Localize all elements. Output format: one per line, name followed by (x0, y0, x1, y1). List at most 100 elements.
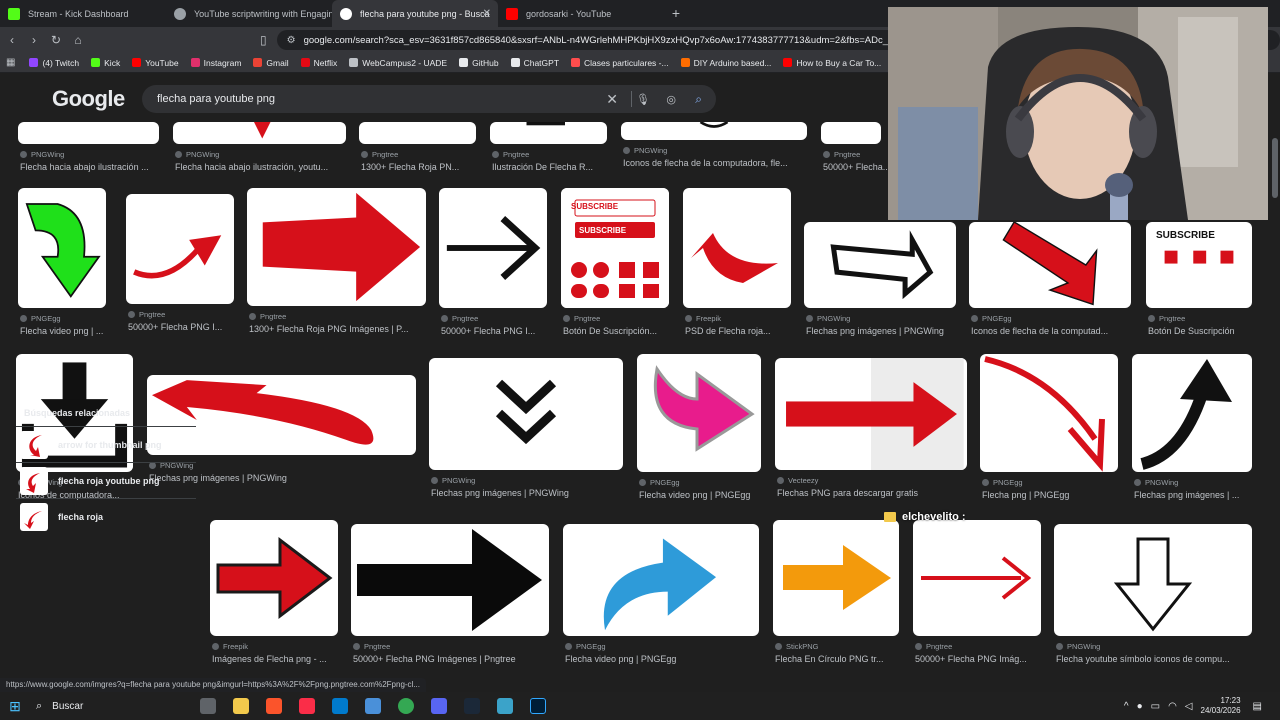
reload-icon[interactable]: ↻ (46, 33, 66, 47)
result-title[interactable]: Flechas png imágenes | PNGWing (806, 326, 958, 336)
image-result-card[interactable]: Pngtree 50000+ Flecha PNG Imágenes | Pngt… (351, 524, 549, 678)
image-thumbnail[interactable] (247, 188, 426, 306)
image-thumbnail[interactable] (1054, 524, 1252, 636)
result-title[interactable]: Imágenes de Flecha png - ... (212, 654, 362, 664)
image-thumbnail[interactable] (173, 122, 346, 144)
image-result-card[interactable]: SUBSCRIBE SUBSCRIBE Pngtree Botón De Suscri… (561, 188, 669, 352)
image-result-card[interactable]: Vecteezy Flechas PNG para descargar grati… (775, 358, 967, 514)
result-title[interactable]: Flecha youtube símbolo iconos de compu..… (1056, 654, 1254, 664)
chevron-up-icon[interactable]: ^ (1124, 701, 1129, 712)
image-result-card[interactable]: Pngtree 50000+ Flecha PNG Imág... (913, 520, 1041, 678)
image-result-card[interactable]: PNGWing Flecha hacia abajo ilustración ..… (18, 122, 159, 188)
result-title[interactable]: Flecha png | PNGEgg (982, 490, 1132, 500)
image-thumbnail[interactable] (637, 354, 761, 472)
close-tab-icon[interactable]: ✕ (483, 8, 491, 19)
google-logo[interactable]: Google (52, 86, 125, 112)
image-thumbnail[interactable] (351, 524, 549, 636)
result-title[interactable]: Botón De Suscripción (1148, 326, 1280, 336)
new-tab-button[interactable]: + (664, 0, 688, 27)
bookmark-item[interactable]: Netflix (300, 58, 337, 68)
tab-youtube-scriptwriting[interactable]: YouTube scriptwriting with Engaging (166, 0, 332, 27)
image-thumbnail[interactable] (18, 122, 159, 144)
windows-start-icon[interactable]: ⊞ (0, 698, 30, 715)
search-input[interactable]: flecha para youtube png (157, 93, 275, 105)
result-title[interactable]: Ilustración De Flecha R... (492, 162, 642, 172)
music-app-icon[interactable] (299, 698, 315, 714)
forward-icon[interactable]: › (24, 33, 44, 47)
tab-gordosarki-youtube[interactable]: gordosarki - YouTube (498, 0, 664, 27)
image-thumbnail[interactable] (775, 358, 967, 470)
bookmark-icon[interactable]: ▯ (260, 33, 267, 47)
bookmark-item[interactable]: WebCampus2 - UADE (349, 58, 447, 68)
image-thumbnail[interactable] (563, 524, 759, 636)
git-app-icon[interactable] (365, 698, 381, 714)
image-result-card[interactable]: PNGEgg Flecha video png | ... (18, 188, 106, 352)
app-icon[interactable] (497, 698, 513, 714)
result-title[interactable]: Iconos de flecha de la computadora, fle.… (623, 158, 809, 168)
image-result-card[interactable]: PNGWing Flechas png imágenes | PNGWing (429, 358, 623, 514)
bookmark-item[interactable]: Kick (91, 58, 120, 68)
image-result-card[interactable]: Freepik Imágenes de Flecha png - ... (210, 520, 338, 678)
brave-browser-icon[interactable] (266, 698, 282, 714)
result-title[interactable]: Flecha hacia abajo ilustración ... (20, 162, 170, 172)
bookmark-item[interactable]: DIY Arduino based... (680, 58, 771, 68)
bookmark-item[interactable]: How to Buy a Car To... (783, 58, 881, 68)
related-search-item[interactable]: flecha roja youtube png (16, 462, 196, 498)
image-thumbnail[interactable] (490, 122, 607, 144)
result-title[interactable]: Flecha video png | PNGEgg (565, 654, 761, 664)
clear-icon[interactable]: ✕ (606, 91, 618, 108)
result-title[interactable]: Flechas png imágenes | ... (1134, 490, 1280, 500)
image-result-card[interactable]: Pngtree 1300+ Flecha Roja PNG Imágenes | … (247, 188, 426, 350)
bookmark-item[interactable]: GitHub (459, 58, 499, 68)
image-result-card[interactable]: Freepik PSD de Flecha roja... (683, 188, 791, 352)
steam-icon[interactable] (464, 698, 480, 714)
related-search-item[interactable]: arrow for thumbnail png (16, 426, 196, 462)
file-explorer-icon[interactable] (233, 698, 249, 714)
network-icon[interactable]: ▭ (1151, 701, 1160, 712)
image-thumbnail[interactable]: SUBSCRIBE (1146, 222, 1252, 308)
apps-grid-icon[interactable]: ▦ (6, 57, 15, 68)
search-box[interactable]: flecha para youtube png ✕ 🎙 ◎ ⌕ (142, 85, 716, 113)
image-result-card[interactable]: PNGEgg Iconos de flecha de la computad... (969, 222, 1131, 352)
image-thumbnail[interactable] (1132, 354, 1252, 472)
image-result-card[interactable]: Pngtree 50000+ Flecha PNG I... (439, 188, 547, 352)
result-title[interactable]: Flechas png imágenes | PNGWing (431, 488, 625, 498)
image-thumbnail[interactable] (980, 354, 1118, 472)
photoshop-icon[interactable] (530, 698, 546, 714)
discord-icon[interactable] (431, 698, 447, 714)
image-thumbnail[interactable] (969, 222, 1131, 308)
bookmark-item[interactable]: Clases particulares -... (571, 58, 669, 68)
image-thumbnail[interactable] (210, 520, 338, 636)
image-thumbnail[interactable] (126, 194, 234, 304)
image-thumbnail[interactable] (913, 520, 1041, 636)
image-result-card[interactable]: PNGWing Flecha hacia abajo ilustración, y… (173, 122, 346, 188)
chrome-icon[interactable] (398, 698, 414, 714)
scrollbar-thumb[interactable] (1272, 138, 1278, 198)
bookmark-item[interactable]: Gmail (253, 58, 289, 68)
microphone-icon[interactable]: ● (1137, 701, 1143, 712)
bookmark-item[interactable]: YouTube (132, 58, 179, 68)
image-thumbnail[interactable] (429, 358, 623, 470)
volume-icon[interactable]: ◁ (1185, 701, 1193, 712)
image-result-card[interactable]: Pngtree Ilustración De Flecha R... (490, 122, 607, 188)
image-thumbnail[interactable] (804, 222, 956, 308)
image-result-card[interactable]: PNGWing Flechas png imágenes | ... (1132, 354, 1252, 516)
image-thumbnail[interactable] (439, 188, 547, 308)
image-result-card[interactable]: PNGWing Flecha youtube símbolo iconos de … (1054, 524, 1252, 678)
image-thumbnail[interactable] (18, 188, 106, 308)
image-result-card[interactable]: StickPNG Flecha En Círculo PNG tr... (773, 520, 899, 678)
image-thumbnail[interactable] (359, 122, 476, 144)
result-title[interactable]: 50000+ Flecha PNG Imág... (915, 654, 1065, 664)
result-title[interactable]: Iconos de flecha de la computad... (971, 326, 1133, 336)
image-result-card[interactable]: Pngtree 50000+ Flecha PNG I... (126, 194, 234, 348)
image-result-card[interactable]: PNGWing Iconos de flecha de la computador… (621, 122, 807, 184)
wifi-icon[interactable]: ◠ (1168, 701, 1177, 712)
site-info-icon[interactable]: ⚙ (287, 35, 296, 46)
bookmark-item[interactable]: ChatGPT (510, 58, 559, 68)
result-title[interactable]: Flecha video png | PNGEgg (639, 490, 789, 500)
result-title[interactable]: 1300+ Flecha Roja PNG Imágenes | P... (249, 324, 428, 334)
result-title[interactable]: Flecha En Círculo PNG tr... (775, 654, 925, 664)
bookmark-item[interactable]: (4) Twitch (29, 58, 79, 68)
image-result-card[interactable]: PNGEgg Flecha video png | PNGEgg (637, 354, 761, 516)
notification-icon[interactable]: ▤ (1253, 701, 1262, 712)
